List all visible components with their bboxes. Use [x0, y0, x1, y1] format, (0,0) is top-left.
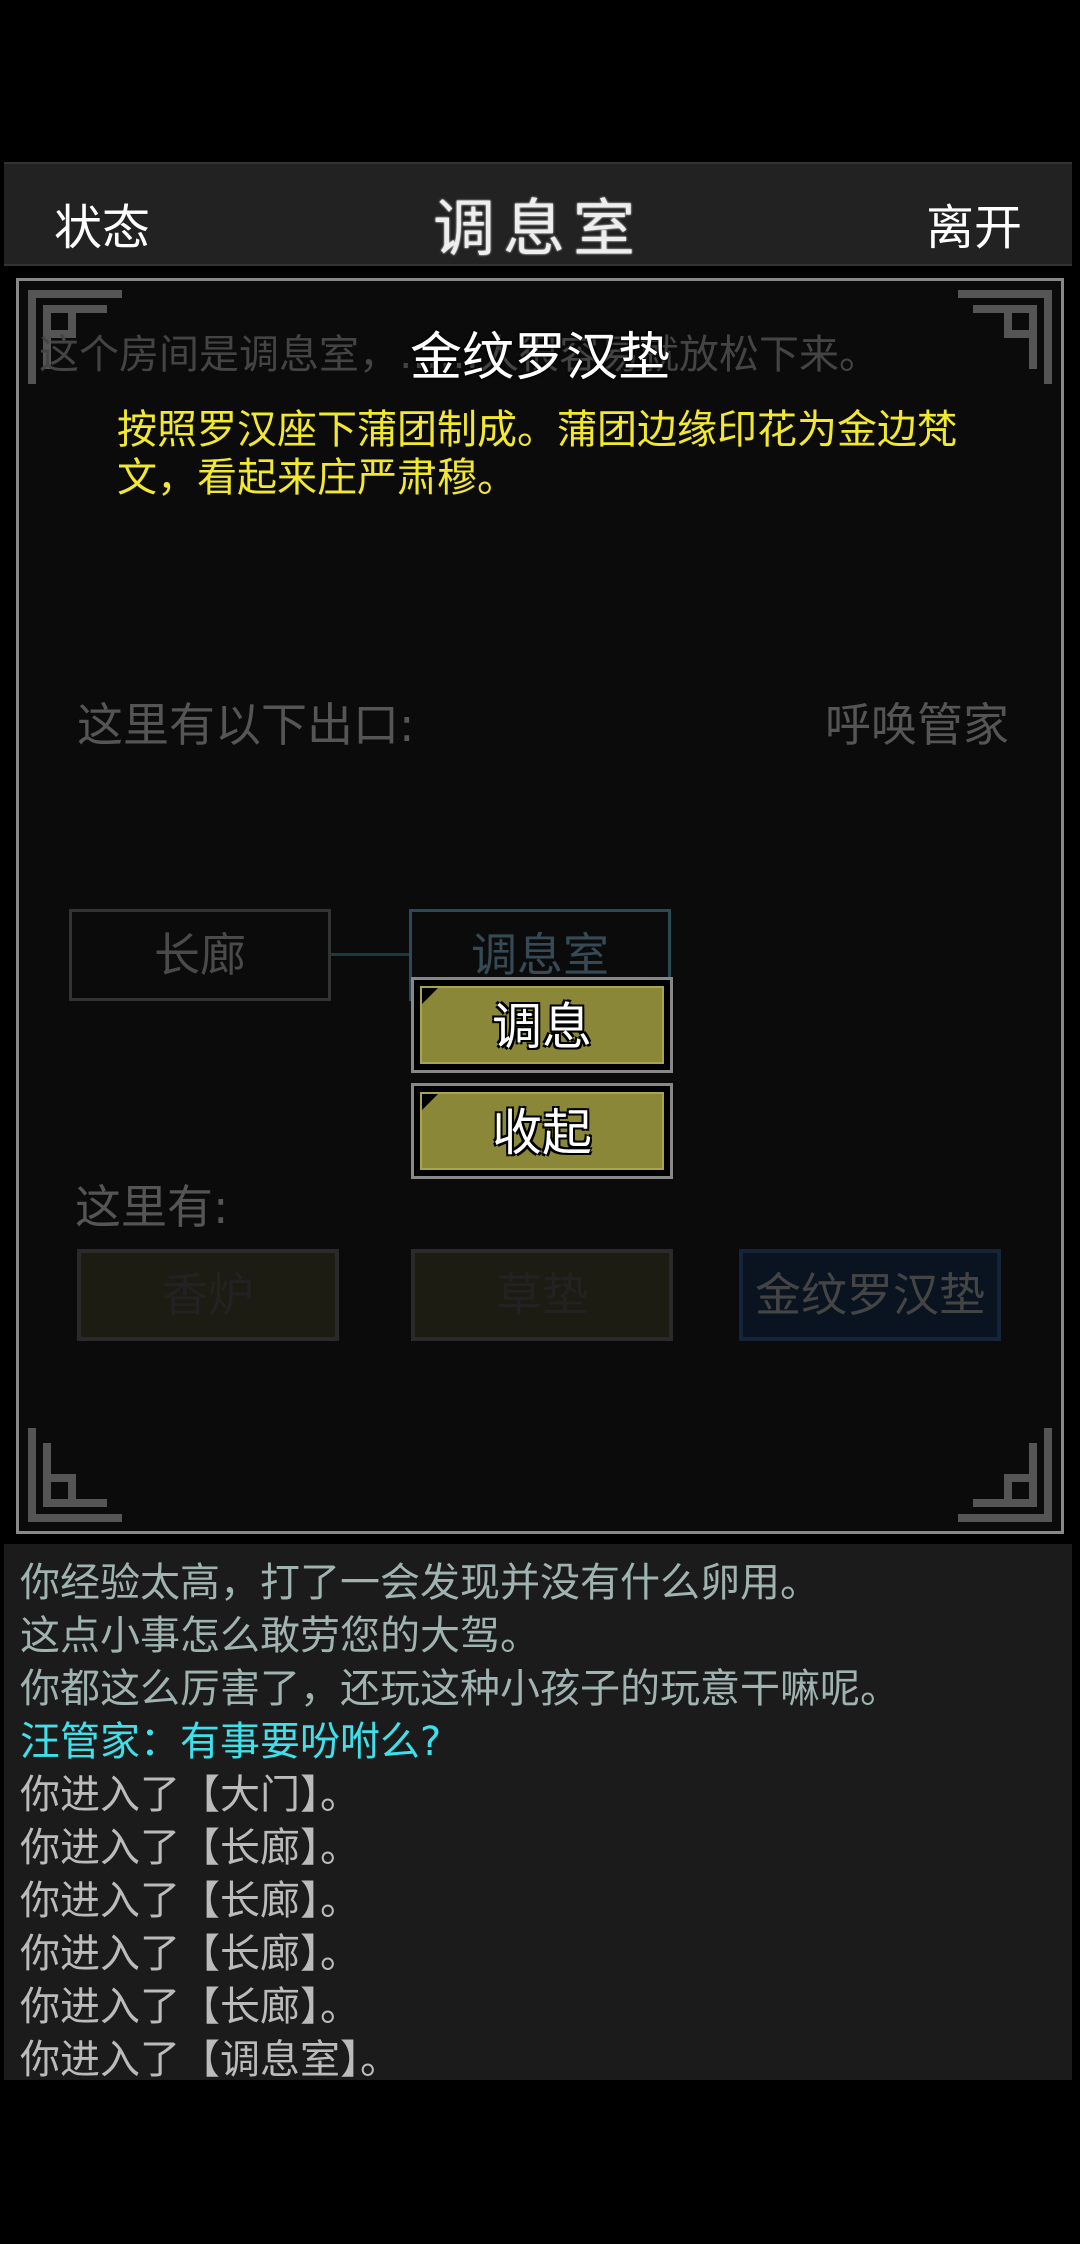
log-line: 这点小事怎么敢劳您的大驾。 — [20, 1613, 540, 1659]
close-popup-button[interactable]: 收起 — [411, 1083, 673, 1179]
log-line: 你都这么厉害了，还玩这种小孩子的玩意干嘛呢。 — [20, 1666, 900, 1712]
log-line: 你进入了【长廊】。 — [20, 1825, 360, 1871]
log-line: 你进入了【长廊】。 — [20, 1931, 360, 1977]
popup-title: 金纹罗汉垫 — [409, 328, 670, 388]
rest-action-button[interactable]: 调息 — [411, 977, 673, 1073]
summon-butler-button[interactable]: 呼唤管家 — [825, 689, 1009, 755]
close-action-label: 收起 — [492, 1104, 592, 1162]
popup-description: 按照罗汉座下蒲团制成。蒲团边缘印花为金边梵文，看起来庄严肃穆。 — [117, 407, 957, 501]
item-button-mat[interactable]: 草垫 — [411, 1249, 673, 1341]
log-line: 你进入了【大门】。 — [20, 1772, 360, 1818]
item-button-golden-cushion[interactable]: 金纹罗汉垫 — [739, 1249, 1001, 1341]
corner-ornament-icon — [27, 1423, 127, 1523]
item-button-censer[interactable]: 香炉 — [77, 1249, 339, 1341]
message-log[interactable]: 你经验太高，打了一会发现并没有什么卵用。 这点小事怎么敢劳您的大驾。 你都这么厉… — [4, 1544, 1072, 2083]
map-connector — [331, 953, 409, 956]
map-node-corridor[interactable]: 长廊 — [69, 909, 331, 1001]
room-title: 调息室 — [432, 192, 643, 265]
leave-button[interactable]: 离开 — [926, 188, 1022, 258]
log-line: 汪管家：有事要吩咐么? — [20, 1719, 442, 1765]
rest-action-label: 调息 — [492, 998, 592, 1056]
top-bar: 状态 调息室 离开 — [4, 162, 1072, 266]
log-line: 你进入了【长廊】。 — [20, 1878, 360, 1924]
corner-ornament-icon — [953, 1423, 1053, 1523]
room-panel: 这个房间是调息室，……人很容易就放松下来。 这里有以下出口: 呼唤管家 长廊 调… — [16, 278, 1064, 1534]
here-label: 这里有: — [75, 1180, 229, 1234]
log-line: 你进入了【长廊】。 — [20, 1984, 360, 2030]
log-line: 你进入了【调息室】。 — [20, 2037, 400, 2083]
log-line: 你经验太高，打了一会发现并没有什么卵用。 — [20, 1560, 820, 1606]
exits-label: 这里有以下出口: — [77, 698, 415, 752]
